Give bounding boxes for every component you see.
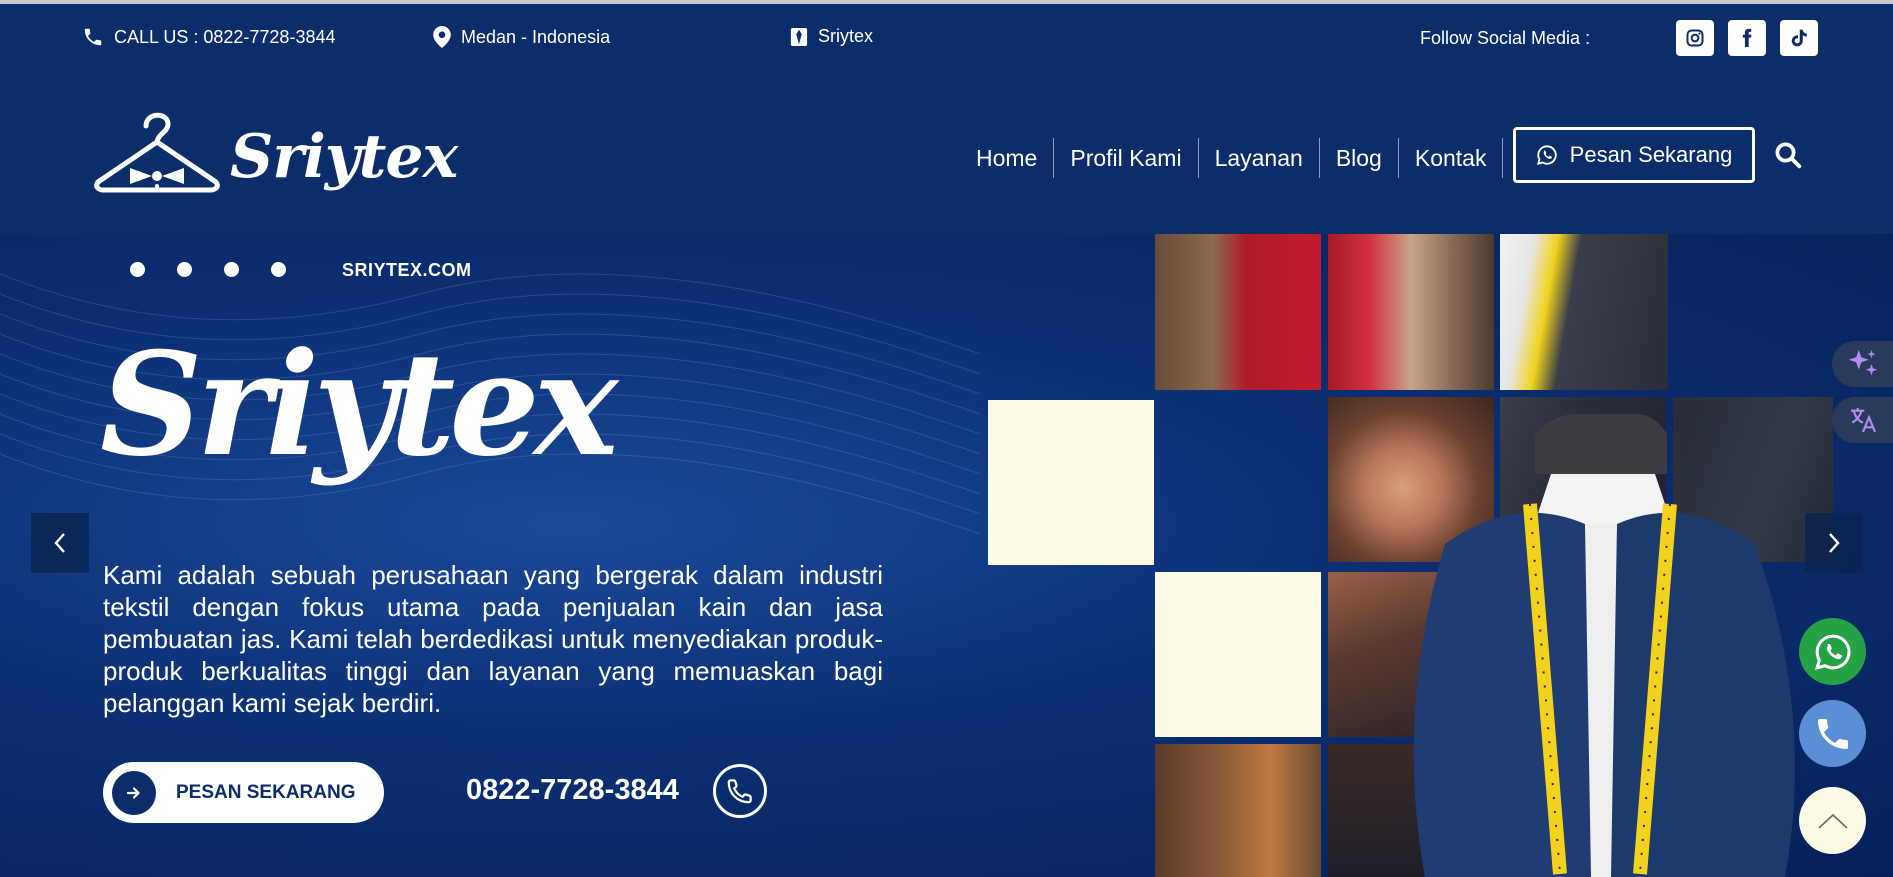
cream-block <box>1155 572 1321 737</box>
site-domain-label: SRIYTEX.COM <box>342 260 472 280</box>
pesan-sekarang-button[interactable]: Pesan Sekarang <box>1513 127 1755 183</box>
slider-prev-button[interactable] <box>31 513 89 573</box>
cream-block <box>988 400 1154 565</box>
pesan-sekarang-label: Pesan Sekarang <box>1569 142 1733 167</box>
hero-phone-number[interactable]: 0822-7728-3844 <box>466 774 679 807</box>
slide-dot[interactable] <box>271 262 286 277</box>
follow-social-label: Follow Social Media : <box>1420 28 1591 48</box>
nav-kontak[interactable]: Kontak <box>1399 138 1504 178</box>
mannequin-suit-image <box>1413 414 1795 877</box>
nav-profil-kami[interactable]: Profil Kami <box>1054 138 1199 178</box>
instagram-icon <box>1686 29 1704 47</box>
main-nav: Home Profil Kami Layanan Blog Kontak <box>960 136 1504 180</box>
hero-pesan-sekarang-button[interactable]: PESAN SEKARANG <box>103 762 384 823</box>
nav-layanan[interactable]: Layanan <box>1199 138 1320 178</box>
instagram-link[interactable] <box>1676 20 1714 56</box>
whatsapp-icon <box>1814 634 1850 670</box>
chevron-up-icon <box>1817 813 1848 829</box>
arrow-right-circle <box>112 770 156 815</box>
hero-cta-label: PESAN SEKARANG <box>176 781 356 803</box>
slide-dot[interactable] <box>224 262 239 277</box>
hero-title: Sriytex <box>100 322 618 488</box>
photo-tile-fabric-rolls <box>1328 234 1494 390</box>
location-pin-icon <box>433 26 451 48</box>
phone-icon <box>84 28 102 46</box>
sparkle-icon <box>1848 349 1877 376</box>
ai-assistant-widget[interactable] <box>1832 341 1893 387</box>
scroll-to-top-button[interactable] <box>1799 787 1866 854</box>
photo-tile-fabric-red <box>1155 234 1321 390</box>
location-text: Medan - Indonesia <box>461 26 611 47</box>
contact-brand: Sriytex <box>790 26 873 47</box>
search-icon <box>1775 142 1802 169</box>
photo-tile-suit-measuring-tape <box>1500 234 1668 390</box>
arrow-right-icon <box>126 786 140 799</box>
slide-dot[interactable] <box>177 262 192 277</box>
whatsapp-float-button[interactable] <box>1799 618 1866 685</box>
search-button[interactable] <box>1773 140 1803 175</box>
slide-dot[interactable] <box>130 262 145 277</box>
nav-home[interactable]: Home <box>960 138 1055 178</box>
slide-dots <box>130 262 318 277</box>
call-text: CALL US : 0822-7728-3844 <box>114 26 336 47</box>
translate-icon <box>1850 408 1876 433</box>
hero-slider: SRIYTEX.COM Sriytex Kami adalah sebuah p… <box>0 234 1893 877</box>
site-logo[interactable]: Sriytex <box>92 104 458 204</box>
nav-blog[interactable]: Blog <box>1320 138 1399 178</box>
contact-location: Medan - Indonesia <box>433 26 610 48</box>
translate-widget[interactable] <box>1832 397 1893 443</box>
chevron-left-icon <box>54 533 65 553</box>
hero-description: Kami adalah sebuah perusahaan yang berge… <box>103 560 883 718</box>
contact-call[interactable]: CALL US : 0822-7728-3844 <box>82 26 335 48</box>
brand-text: Sriytex <box>818 26 874 46</box>
photo-tile-fabric-bottom <box>1155 744 1321 877</box>
tiktok-link[interactable] <box>1780 20 1818 56</box>
logo-text: Sriytex <box>230 122 458 192</box>
chevron-right-icon <box>1829 533 1840 553</box>
hero-phone-icon-circle[interactable] <box>713 764 767 818</box>
suit-tie-icon <box>790 27 808 46</box>
top-info-bar: CALL US : 0822-7728-3844 Medan - Indones… <box>0 4 1893 70</box>
main-header: Sriytex Home Profil Kami Layanan Blog Ko… <box>0 70 1893 234</box>
phone-icon <box>1817 718 1848 749</box>
facebook-icon <box>1742 28 1752 48</box>
whatsapp-icon <box>1536 145 1557 166</box>
hanger-bowtie-logo-icon <box>94 112 220 193</box>
slider-next-button[interactable] <box>1805 513 1863 573</box>
phone-outline-icon <box>727 779 752 804</box>
facebook-link[interactable] <box>1728 20 1766 56</box>
tiktok-icon <box>1791 29 1807 47</box>
phone-float-button[interactable] <box>1799 700 1866 767</box>
